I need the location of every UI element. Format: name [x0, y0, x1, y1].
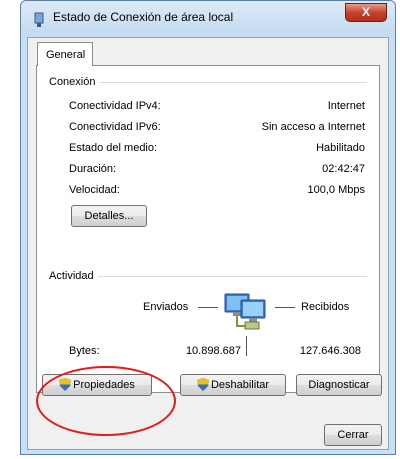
- ipv6-label: Conectividad IPv6:: [69, 121, 161, 133]
- activity-group-label: Actividad: [49, 270, 98, 282]
- tab-general[interactable]: General: [37, 42, 93, 66]
- title-bar[interactable]: Estado de Conexión de área local X: [21, 1, 395, 37]
- connection-group-label: Conexión: [49, 76, 100, 88]
- general-tab-panel: Conexión Conectividad IPv4: Internet Con…: [36, 65, 380, 393]
- diagnose-button[interactable]: Diagnosticar: [296, 374, 382, 396]
- sent-line: [198, 307, 218, 308]
- network-adapter-icon: [34, 12, 44, 27]
- duration-value: 02:42:47: [322, 163, 365, 175]
- duration-label: Duración:: [69, 163, 117, 175]
- bytes-divider: [246, 336, 247, 356]
- received-line: [275, 307, 295, 308]
- sent-label: Enviados: [143, 301, 189, 313]
- media-state-label: Estado del medio:: [69, 142, 158, 154]
- disable-button-label: Deshabilitar: [210, 379, 270, 391]
- ipv6-value: Sin acceso a Internet: [261, 121, 365, 133]
- disable-button[interactable]: Deshabilitar: [180, 374, 286, 396]
- connection-status-window: Estado de Conexión de área local X Gener…: [20, 0, 396, 455]
- dialog-client-area: General Conexión Conectividad IPv4: Inte…: [27, 37, 389, 450]
- ipv4-label: Conectividad IPv4:: [69, 100, 161, 112]
- uac-shield-icon: [59, 378, 72, 391]
- window-title: Estado de Conexión de área local: [53, 10, 234, 24]
- properties-button[interactable]: Propiedades: [42, 374, 152, 396]
- received-label: Recibidos: [301, 301, 350, 313]
- media-state-value: Habilitado: [316, 142, 365, 154]
- close-button[interactable]: Cerrar: [324, 424, 382, 446]
- bytes-received-value: 127.646.308: [299, 345, 361, 357]
- speed-value: 100,0 Mbps: [307, 184, 365, 196]
- details-button[interactable]: Detalles...: [71, 205, 147, 227]
- ipv4-value: Internet: [327, 100, 365, 112]
- window-close-button[interactable]: X: [345, 3, 387, 22]
- bytes-sent-value: 10.898.687: [185, 345, 241, 357]
- speed-label: Velocidad:: [69, 184, 120, 196]
- uac-shield-icon: [196, 378, 209, 391]
- bytes-label: Bytes:: [69, 345, 100, 357]
- tab-general-label: General: [46, 49, 86, 61]
- network-computers-icon: [224, 293, 266, 330]
- properties-button-label: Propiedades: [73, 379, 135, 391]
